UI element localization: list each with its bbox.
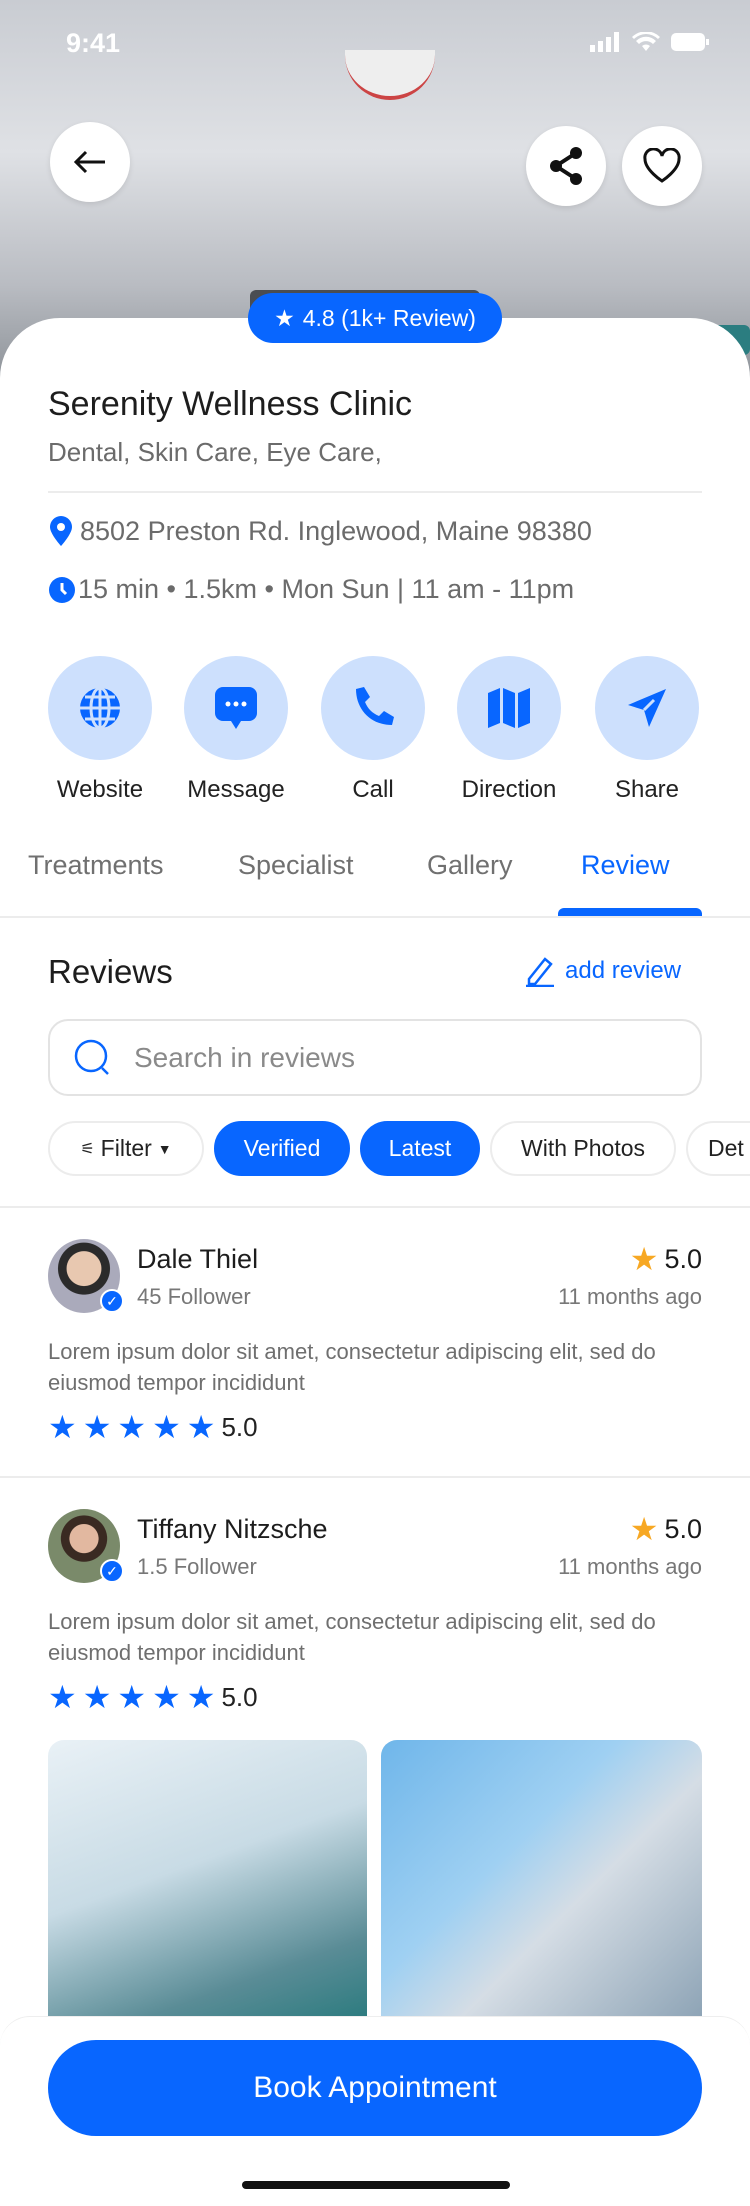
review-time: 11 months ago <box>558 1284 702 1309</box>
status-time: 9:41 <box>66 28 121 58</box>
verified-icon: ✓ <box>100 1559 124 1583</box>
star-icon: ★ <box>152 1679 181 1715</box>
review-stars: ★ ★ ★ ★ ★ 5.0 <box>48 1679 258 1715</box>
star-icon: ★ <box>629 1511 659 1547</box>
status-icons <box>590 32 710 52</box>
star-icon: ★ <box>82 1679 112 1715</box>
location-pin-icon <box>50 516 72 546</box>
divider <box>0 1476 750 1478</box>
star-icon: ★ <box>117 1679 147 1715</box>
reviewer-followers: 45 Follower <box>137 1284 251 1309</box>
with-photos-chip[interactable]: With Photos <box>490 1121 676 1176</box>
details-chip[interactable]: Det <box>686 1121 750 1176</box>
back-button[interactable] <box>50 122 130 202</box>
divider <box>0 1206 750 1208</box>
phone-icon <box>356 687 394 725</box>
star-icon: ★ <box>48 1679 77 1715</box>
reviews-heading: Reviews <box>48 953 173 990</box>
review-avatar: ✓ <box>48 1239 124 1313</box>
active-tab-indicator <box>558 908 702 916</box>
review-rating: ★ 5.0 <box>629 1241 702 1277</box>
tab-specialist[interactable]: Specialist <box>238 850 354 881</box>
tab-review[interactable]: Review <box>581 850 670 881</box>
divider <box>48 491 702 493</box>
review-stars: ★ ★ ★ ★ ★ 5.0 <box>48 1409 258 1445</box>
battery-icon <box>671 33 709 51</box>
home-indicator <box>242 2181 510 2189</box>
review-rating: ★ 5.0 <box>629 1511 702 1547</box>
review-avatar: ✓ <box>48 1509 124 1583</box>
filter-chip[interactable]: ⚟ Filter ▼ <box>48 1121 204 1176</box>
verified-chip[interactable]: Verified <box>214 1121 350 1176</box>
search-icon <box>74 1039 109 1075</box>
star-icon: ★ <box>152 1409 181 1445</box>
review-time: 11 months ago <box>558 1554 702 1579</box>
review-photo[interactable] <box>48 1740 367 2016</box>
book-appointment-button[interactable]: Book Appointment <box>48 2040 702 2136</box>
pencil-icon <box>526 957 554 987</box>
review-text: Lorem ipsum dolor sit amet, consectetur … <box>48 1609 656 1665</box>
review-text: Lorem ipsum dolor sit amet, consectetur … <box>48 1339 656 1395</box>
action-website[interactable]: Website <box>48 656 152 804</box>
share-button[interactable] <box>526 126 606 206</box>
heart-icon <box>643 148 681 183</box>
clinic-name: Serenity Wellness Clinic <box>48 385 413 423</box>
action-message[interactable]: Message <box>184 656 288 804</box>
verified-icon: ✓ <box>100 1289 124 1313</box>
rating-badge[interactable]: ★ 4.8 (1k+ Review) <box>248 293 502 343</box>
star-icon: ★ <box>186 1679 216 1715</box>
search-reviews-input[interactable]: Search in reviews <box>48 1019 702 1096</box>
wifi-icon <box>632 32 660 51</box>
reviewer-name: Tiffany Nitzsche <box>137 1514 328 1544</box>
tab-treatments[interactable]: Treatments <box>28 850 164 881</box>
send-icon <box>628 689 666 727</box>
star-icon: ★ <box>274 304 295 331</box>
caret-down-icon: ▼ <box>157 1140 172 1157</box>
arrow-left-icon <box>73 150 105 174</box>
review-photo[interactable] <box>381 1740 702 2016</box>
action-share[interactable]: Share <box>595 656 699 804</box>
star-icon: ★ <box>186 1409 216 1445</box>
star-icon: ★ <box>117 1409 147 1445</box>
add-review-link[interactable]: add review <box>525 955 681 987</box>
tab-gallery[interactable]: Gallery <box>427 850 513 881</box>
star-icon: ★ <box>48 1409 77 1445</box>
tabs-divider <box>0 916 750 918</box>
clinic-hours: 15 min • 1.5km • Mon Sun | 11 am - 11pm <box>48 574 574 605</box>
star-icon: ★ <box>82 1409 112 1445</box>
globe-icon <box>80 686 120 730</box>
map-icon <box>488 688 530 728</box>
chat-bubble-icon <box>215 687 257 729</box>
share-icon <box>550 147 582 185</box>
favorite-button[interactable] <box>622 126 702 206</box>
reviewer-followers: 1.5 Follower <box>137 1554 257 1579</box>
signal-icon <box>590 32 619 52</box>
reviewer-name: Dale Thiel <box>137 1244 259 1274</box>
clinic-address: 8502 Preston Rd. Inglewood, Maine 98380 <box>48 515 592 547</box>
clinic-categories: Dental, Skin Care, Eye Care, <box>48 437 382 467</box>
latest-chip[interactable]: Latest <box>360 1121 480 1176</box>
sliders-icon: ⚟ <box>80 1140 95 1158</box>
clock-icon <box>49 576 75 603</box>
action-direction[interactable]: Direction <box>457 656 561 804</box>
star-icon: ★ <box>629 1241 659 1277</box>
action-call[interactable]: Call <box>321 656 425 804</box>
